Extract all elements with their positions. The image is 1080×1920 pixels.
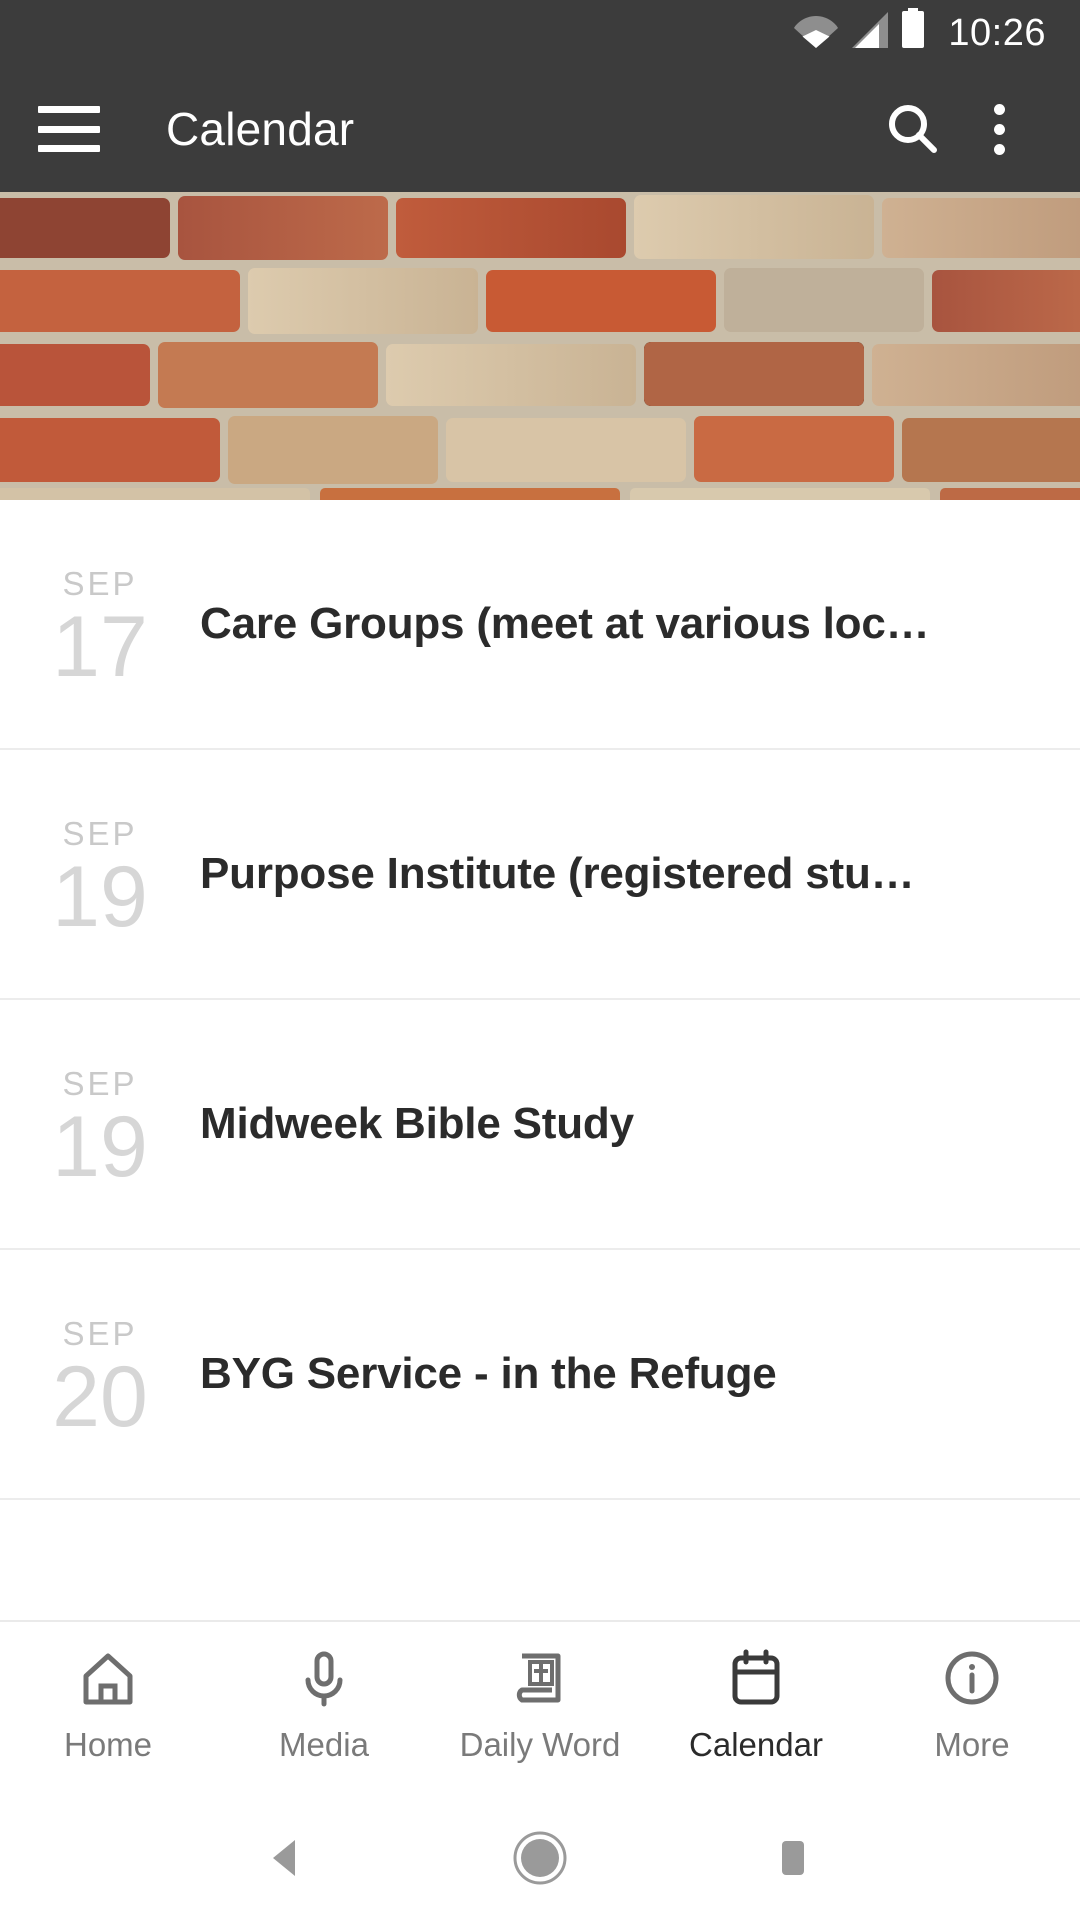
event-list: SEP 17 Care Groups (meet at various loc…… [0, 500, 1080, 1620]
tab-label: Media [279, 1726, 369, 1763]
overflow-menu-icon[interactable] [956, 86, 1042, 172]
bottom-tab-bar: Home Media Daily Word Calendar More [0, 1620, 1080, 1796]
table-row[interactable]: SEP 19 Purpose Institute (registered stu… [0, 750, 1080, 1000]
event-title: Care Groups (meet at various loc… [200, 599, 930, 648]
android-navigation-bar [0, 1796, 1080, 1920]
table-row[interactable]: SEP 17 Care Groups (meet at various loc… [0, 500, 1080, 750]
search-icon[interactable] [870, 86, 956, 172]
event-date: SEP 20 [0, 1309, 200, 1440]
tab-label: More [934, 1726, 1010, 1763]
tab-daily-word[interactable]: Daily Word [432, 1644, 648, 1764]
hamburger-menu-icon[interactable] [38, 106, 100, 152]
cellular-signal-icon [848, 12, 890, 53]
status-time: 10:26 [948, 12, 1046, 54]
event-date: SEP 19 [0, 809, 200, 940]
battery-icon [900, 8, 926, 53]
event-date: SEP 19 [0, 1059, 200, 1190]
tab-more[interactable]: More [864, 1644, 1080, 1764]
tab-home[interactable]: Home [0, 1644, 216, 1764]
bible-book-cross-icon [508, 1644, 572, 1712]
event-day: 19 [52, 848, 148, 945]
event-month: SEP [62, 814, 138, 852]
app-bar: Calendar [0, 66, 1080, 192]
tab-label: Calendar [689, 1726, 823, 1763]
info-circle-icon [940, 1644, 1004, 1712]
phone-screen: 10:26 Calendar SEP 17 Care Groups (meet … [0, 0, 1080, 1920]
event-title: Purpose Institute (registered stu… [200, 849, 915, 898]
event-title: Midweek Bible Study [200, 1099, 634, 1148]
event-month: SEP [62, 1314, 138, 1352]
tab-media[interactable]: Media [216, 1644, 432, 1764]
table-row[interactable]: SEP 20 BYG Service - in the Refuge [0, 1250, 1080, 1500]
event-month: SEP [62, 564, 138, 602]
wifi-icon [794, 12, 839, 53]
brick-wall-graphic [0, 192, 1080, 500]
event-title: BYG Service - in the Refuge [200, 1349, 777, 1398]
triangle-back-icon[interactable] [232, 1803, 342, 1913]
tab-label: Daily Word [459, 1726, 621, 1763]
tab-label: Home [63, 1726, 153, 1763]
microphone-icon [292, 1644, 356, 1712]
event-date: SEP 17 [0, 559, 200, 690]
brick-wall-banner [0, 192, 1080, 500]
tab-calendar[interactable]: Calendar [648, 1644, 864, 1764]
event-day: 17 [52, 598, 148, 695]
status-icons [794, 8, 926, 53]
home-icon [76, 1644, 140, 1712]
circle-home-icon[interactable] [485, 1803, 595, 1913]
page-title: Calendar [166, 103, 355, 155]
square-recents-icon[interactable] [738, 1803, 848, 1913]
event-month: SEP [62, 1064, 138, 1102]
event-day: 20 [52, 1348, 148, 1445]
table-row[interactable]: SEP 19 Midweek Bible Study [0, 1000, 1080, 1250]
event-day: 19 [52, 1098, 148, 1195]
status-bar: 10:26 [0, 0, 1080, 66]
calendar-icon [724, 1644, 788, 1712]
